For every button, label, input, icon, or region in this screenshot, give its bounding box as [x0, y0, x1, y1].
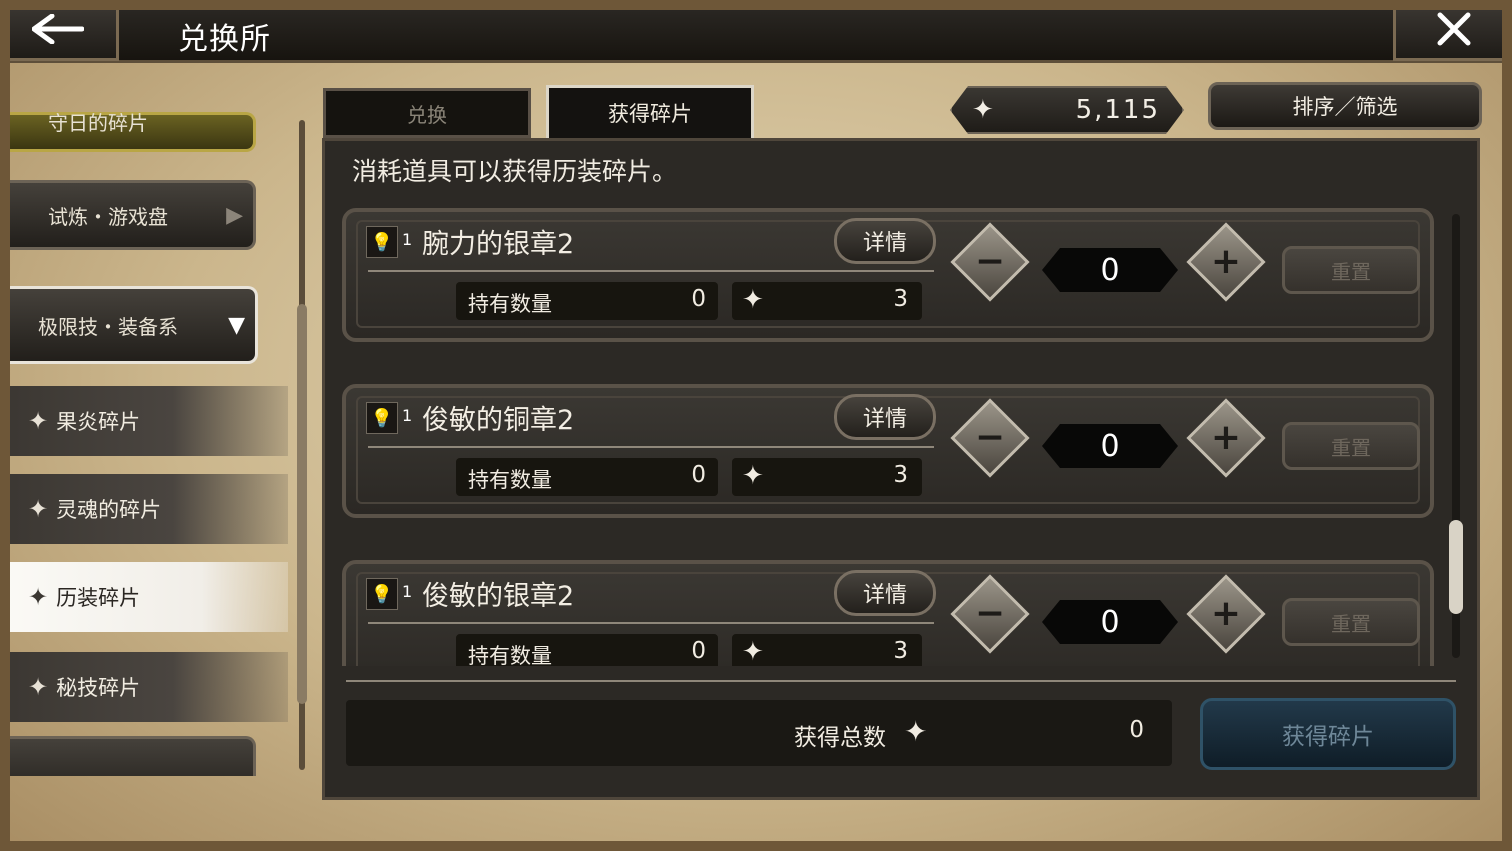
divider: [368, 270, 934, 272]
cost-value: 3: [893, 638, 908, 664]
sidebar-item-miji[interactable]: ✦ 秘技碎片: [0, 652, 288, 722]
hold-label: 持有数量: [468, 468, 552, 492]
divider: [346, 680, 1456, 682]
cost-value: 3: [893, 462, 908, 488]
back-button[interactable]: [0, 0, 119, 61]
reset-button[interactable]: 重置: [1282, 598, 1420, 646]
panel-description: 消耗道具可以获得历装碎片。: [352, 157, 678, 186]
quantity-value: 0: [1042, 600, 1178, 644]
sidebar-category-label: 极限技・装备系: [38, 314, 178, 339]
chevron-right-icon: ▶: [226, 202, 243, 228]
hold-value: 0: [691, 286, 706, 312]
crystal-icon: ✦: [904, 715, 928, 748]
total-label: 获得总数: [794, 725, 886, 751]
quantity-value: 0: [1042, 424, 1178, 468]
plus-icon: +: [1210, 593, 1242, 634]
item-name: 俊敏的银章2: [422, 581, 575, 612]
sidebar-item-soul[interactable]: ✦ 灵魂的碎片: [0, 474, 288, 544]
hold-count: 持有数量 0: [456, 634, 718, 666]
minus-icon: −: [974, 241, 1006, 282]
tab-label: 获得碎片: [608, 102, 692, 126]
chevron-down-icon: ▼: [228, 312, 245, 338]
tab-exchange[interactable]: 兑换: [323, 88, 531, 138]
sidebar-category-label: 其他: [94, 771, 253, 777]
page-title: 兑换所: [178, 22, 271, 57]
cost-value: 3: [893, 286, 908, 312]
item-level: 1: [402, 582, 413, 601]
hold-value: 0: [691, 462, 706, 488]
sidebar-category-partial-top[interactable]: 守日的碎片: [0, 112, 256, 152]
top-bar: 兑换所: [0, 0, 1512, 63]
crystal-icon: ✦: [742, 461, 764, 491]
detail-button[interactable]: 详情: [834, 394, 936, 440]
quantity-value: 0: [1042, 248, 1178, 292]
total-value: 0: [1129, 717, 1144, 743]
detail-button[interactable]: 详情: [834, 570, 936, 616]
sidebar-item-label: 果炎碎片: [56, 410, 141, 434]
item-name: 腕力的银章2: [422, 229, 575, 260]
crystal-icon: ✦: [742, 637, 764, 666]
crystal-icon: ✦: [28, 583, 49, 611]
divider: [368, 446, 934, 448]
currency-value: 5,115: [1075, 95, 1160, 125]
divider: [368, 622, 934, 624]
crystal-icon: ✦: [742, 285, 764, 315]
bulb-icon: 💡: [366, 402, 398, 434]
bulb-icon: 💡: [366, 226, 398, 258]
sidebar-item-guoyan[interactable]: ✦ 果炎碎片: [0, 386, 288, 456]
cost-display: ✦ 3: [732, 282, 922, 320]
get-fragments-button[interactable]: 获得碎片: [1200, 698, 1456, 770]
hold-count: 持有数量 0: [456, 282, 718, 320]
crystal-icon: ✦: [972, 95, 994, 125]
hold-count: 持有数量 0: [456, 458, 718, 496]
item-card: 💡 1 俊敏的铜章2 详情 持有数量 0 ✦ 3 − 0 + 重置: [342, 384, 1434, 518]
item-name: 俊敏的铜章2: [422, 405, 575, 436]
cost-display: ✦ 3: [732, 634, 922, 666]
detail-button[interactable]: 详情: [834, 218, 936, 264]
sort-filter-label: 排序／筛选: [1292, 95, 1398, 119]
sidebar-item-label: 秘技碎片: [56, 676, 141, 700]
item-level: 1: [402, 406, 413, 425]
category-sidebar: 守日的碎片 试炼・游戏盘 ▶ 极限技・装备系 ▼ ✦ 果炎碎片 ✦ 灵魂的碎片 …: [0, 112, 300, 776]
sidebar-category-label: 试炼・游戏盘: [48, 204, 168, 229]
item-level: 1: [402, 230, 413, 249]
sidebar-category-trial[interactable]: 试炼・游戏盘 ▶: [0, 180, 256, 250]
sidebar-item-label: 灵魂的碎片: [56, 498, 162, 522]
close-icon: [1437, 12, 1471, 46]
sidebar-item-label: 历装碎片: [56, 586, 141, 610]
get-fragments-label: 获得碎片: [1282, 724, 1374, 750]
reset-button[interactable]: 重置: [1282, 422, 1420, 470]
crystal-icon: ✦: [28, 495, 49, 523]
crystal-icon: ✦: [28, 673, 49, 701]
item-list: 💡 1 腕力的银章2 详情 持有数量 0 ✦ 3 − 0 + 重置 💡 1 俊敏…: [338, 204, 1442, 666]
sidebar-category-limit-equip[interactable]: 极限技・装备系 ▼: [0, 286, 258, 364]
plus-icon: +: [1210, 417, 1242, 458]
list-scroll-thumb[interactable]: [1449, 520, 1463, 614]
sidebar-item-lizhuang[interactable]: ✦ 历装碎片: [0, 562, 288, 632]
hold-value: 0: [691, 638, 706, 664]
item-card: 💡 1 俊敏的银章2 详情 持有数量 0 ✦ 3 − 0 + 重置: [342, 560, 1434, 666]
sort-filter-button[interactable]: 排序／筛选: [1208, 82, 1482, 130]
item-card: 💡 1 腕力的银章2 详情 持有数量 0 ✦ 3 − 0 + 重置: [342, 208, 1434, 342]
minus-icon: −: [974, 593, 1006, 634]
hold-label: 持有数量: [468, 644, 552, 666]
reset-button[interactable]: 重置: [1282, 246, 1420, 294]
hold-label: 持有数量: [468, 292, 552, 316]
plus-icon: +: [1210, 241, 1242, 282]
total-display: 获得总数 ✦ 0: [346, 700, 1172, 766]
sidebar-scroll-thumb[interactable]: [297, 304, 307, 704]
tab-get-fragments[interactable]: 获得碎片: [546, 85, 754, 141]
tab-label: 兑换: [407, 102, 447, 127]
sidebar-category-other[interactable]: 其他: [0, 736, 256, 776]
currency-display: ✦ 5,115: [950, 86, 1184, 134]
close-button[interactable]: [1393, 0, 1512, 61]
arrow-left-icon: [32, 14, 84, 44]
crystal-icon: ✦: [28, 407, 49, 435]
sidebar-category-label: 守日的碎片: [48, 112, 148, 135]
cost-display: ✦ 3: [732, 458, 922, 496]
bulb-icon: 💡: [366, 578, 398, 610]
minus-icon: −: [974, 417, 1006, 458]
